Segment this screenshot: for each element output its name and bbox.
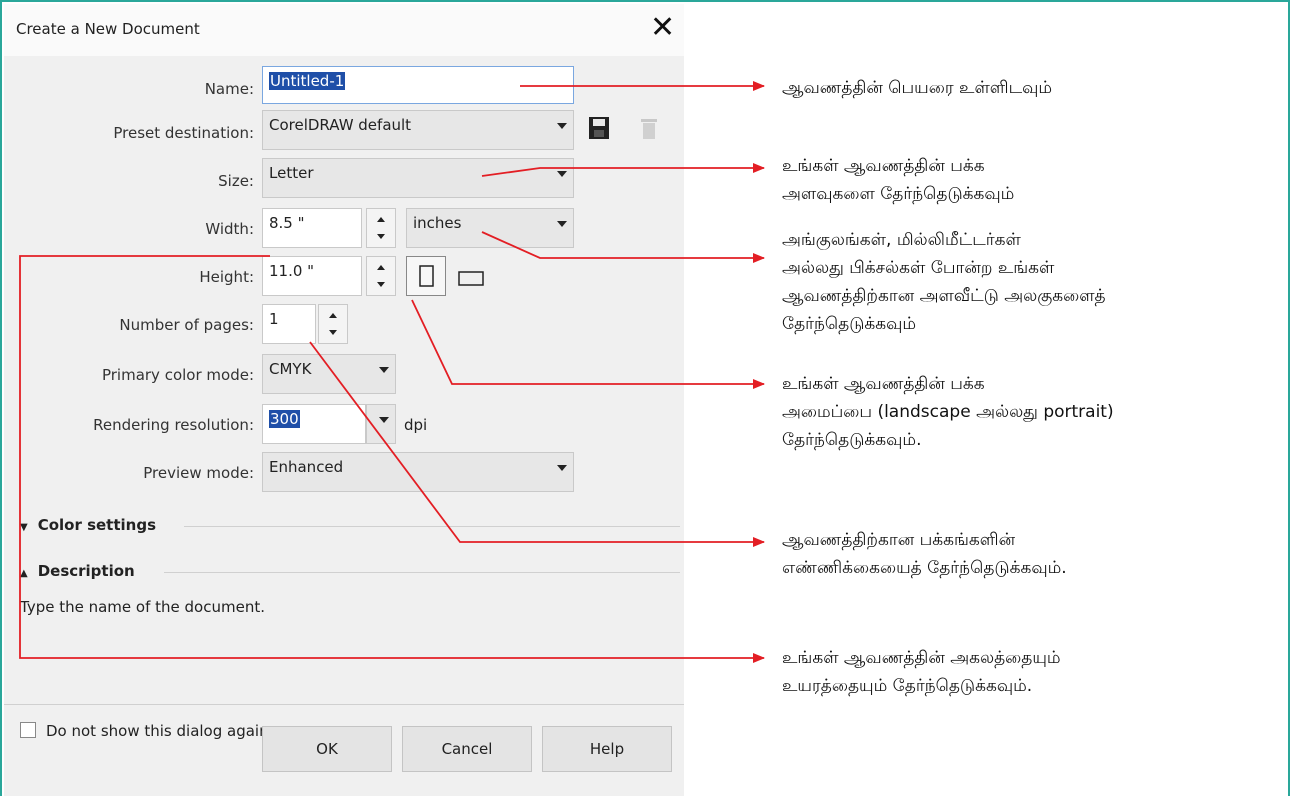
annotation-size: உங்கள் ஆவணத்தின் பக்க அளவுகளை தேர்ந்தெடு… — [782, 152, 1014, 208]
annotation-text: ஆவணத்தின் பெயரை உள்ளிடவும் — [782, 78, 1053, 98]
arrow-units — [481, 231, 765, 263]
annotation-text: உங்கள் ஆவணத்தின் அகலத்தையும் உயரத்தையும்… — [782, 648, 1061, 696]
annotation-units: அங்குலங்கள், மில்லிமீட்டர்கள் அல்லது பிக… — [782, 226, 1106, 338]
annotation-text: ஆவணத்திற்கான பக்கங்களின் எண்ணிக்கையைத் த… — [782, 530, 1067, 578]
arrow-size — [481, 163, 765, 177]
arrow-orientation — [411, 299, 765, 389]
annotation-pages: ஆவணத்திற்கான பக்கங்களின் எண்ணிக்கையைத் த… — [782, 526, 1067, 582]
annotation-text: உங்கள் ஆவணத்தின் பக்க அமைப்பை (landscape… — [782, 374, 1114, 450]
annotation-text: அங்குலங்கள், மில்லிமீட்டர்கள் அல்லது பிக… — [782, 230, 1106, 334]
annotation-dimensions: உங்கள் ஆவணத்தின் அகலத்தையும் உயரத்தையும்… — [782, 644, 1061, 700]
annotation-text: உங்கள் ஆவணத்தின் பக்க அளவுகளை தேர்ந்தெடு… — [782, 156, 1015, 204]
annotation-orientation: உங்கள் ஆவணத்தின் பக்க அமைப்பை (landscape… — [782, 370, 1114, 454]
arrow-dimensions — [19, 255, 765, 663]
arrow-pages — [309, 341, 765, 547]
annotation-name: ஆவணத்தின் பெயரை உள்ளிடவும் — [782, 74, 1052, 102]
